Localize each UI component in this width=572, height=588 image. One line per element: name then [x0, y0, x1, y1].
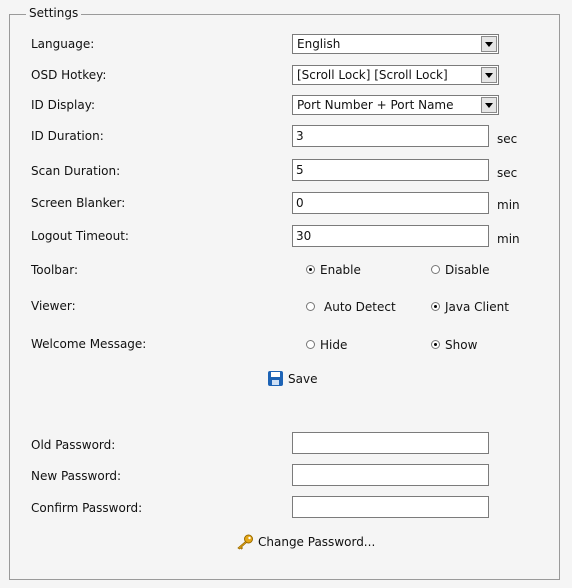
radio-unchecked-icon[interactable] [306, 340, 315, 349]
osd-hotkey-select-value: [Scroll Lock] [Scroll Lock] [297, 68, 448, 82]
welcome-hide-label: Hide [320, 338, 348, 352]
radio-checked-icon[interactable] [431, 302, 440, 311]
new-password-input[interactable] [292, 464, 489, 486]
welcome-show-label: Show [445, 338, 478, 352]
id-duration-label: ID Duration: [31, 129, 104, 143]
screen-blanker-input[interactable] [292, 192, 489, 214]
save-button[interactable]: Save [268, 371, 317, 386]
confirm-password-input[interactable] [292, 496, 489, 518]
save-button-label: Save [288, 371, 318, 386]
chevron-down-icon[interactable] [481, 97, 497, 113]
osd-hotkey-select[interactable]: [Scroll Lock] [Scroll Lock] [292, 65, 499, 85]
screen-blanker-unit: min [497, 198, 520, 212]
radio-unchecked-icon[interactable] [306, 302, 315, 311]
logout-timeout-unit: min [497, 232, 520, 246]
old-password-input[interactable] [292, 432, 489, 454]
scan-duration-unit: sec [497, 166, 518, 180]
viewer-auto-detect-radio[interactable]: Auto Detect [306, 300, 396, 314]
viewer-label: Viewer: [31, 299, 76, 313]
osd-hotkey-label: OSD Hotkey: [31, 68, 107, 82]
welcome-show-radio[interactable]: Show [431, 338, 477, 352]
chevron-down-icon[interactable] [481, 36, 497, 52]
logout-timeout-input[interactable] [292, 225, 489, 247]
old-password-label: Old Password: [31, 438, 116, 452]
id-display-select[interactable]: Port Number + Port Name [292, 95, 499, 115]
viewer-auto-detect-label: Auto Detect [324, 300, 396, 314]
id-duration-unit: sec [497, 132, 518, 146]
id-display-label: ID Display: [31, 98, 95, 112]
radio-checked-icon[interactable] [431, 340, 440, 349]
toolbar-enable-radio[interactable]: Enable [306, 263, 361, 277]
welcome-message-label: Welcome Message: [31, 337, 147, 351]
id-display-select-value: Port Number + Port Name [297, 98, 454, 112]
change-password-button[interactable]: Change Password... [236, 534, 375, 550]
language-label: Language: [31, 37, 95, 51]
screen-blanker-label: Screen Blanker: [31, 196, 126, 210]
scan-duration-label: Scan Duration: [31, 164, 121, 178]
change-password-label: Change Password... [258, 535, 376, 549]
welcome-hide-radio[interactable]: Hide [306, 338, 347, 352]
radio-checked-icon[interactable] [306, 265, 315, 274]
toolbar-label: Toolbar: [31, 263, 79, 277]
language-select[interactable]: English [292, 34, 499, 54]
logout-timeout-label: Logout Timeout: [31, 229, 129, 243]
new-password-label: New Password: [31, 469, 122, 483]
settings-legend: Settings [26, 6, 82, 20]
language-select-value: English [297, 37, 341, 51]
chevron-down-icon[interactable] [481, 67, 497, 83]
radio-unchecked-icon[interactable] [431, 265, 440, 274]
viewer-java-client-label: Java Client [445, 300, 509, 314]
toolbar-disable-radio[interactable]: Disable [431, 263, 490, 277]
toolbar-disable-label: Disable [445, 263, 490, 277]
scan-duration-input[interactable] [292, 159, 489, 181]
id-duration-input[interactable] [292, 125, 489, 147]
toolbar-enable-label: Enable [320, 263, 361, 277]
key-icon [237, 534, 253, 550]
confirm-password-label: Confirm Password: [31, 501, 143, 515]
save-icon [268, 371, 283, 386]
viewer-java-client-radio[interactable]: Java Client [431, 300, 509, 314]
